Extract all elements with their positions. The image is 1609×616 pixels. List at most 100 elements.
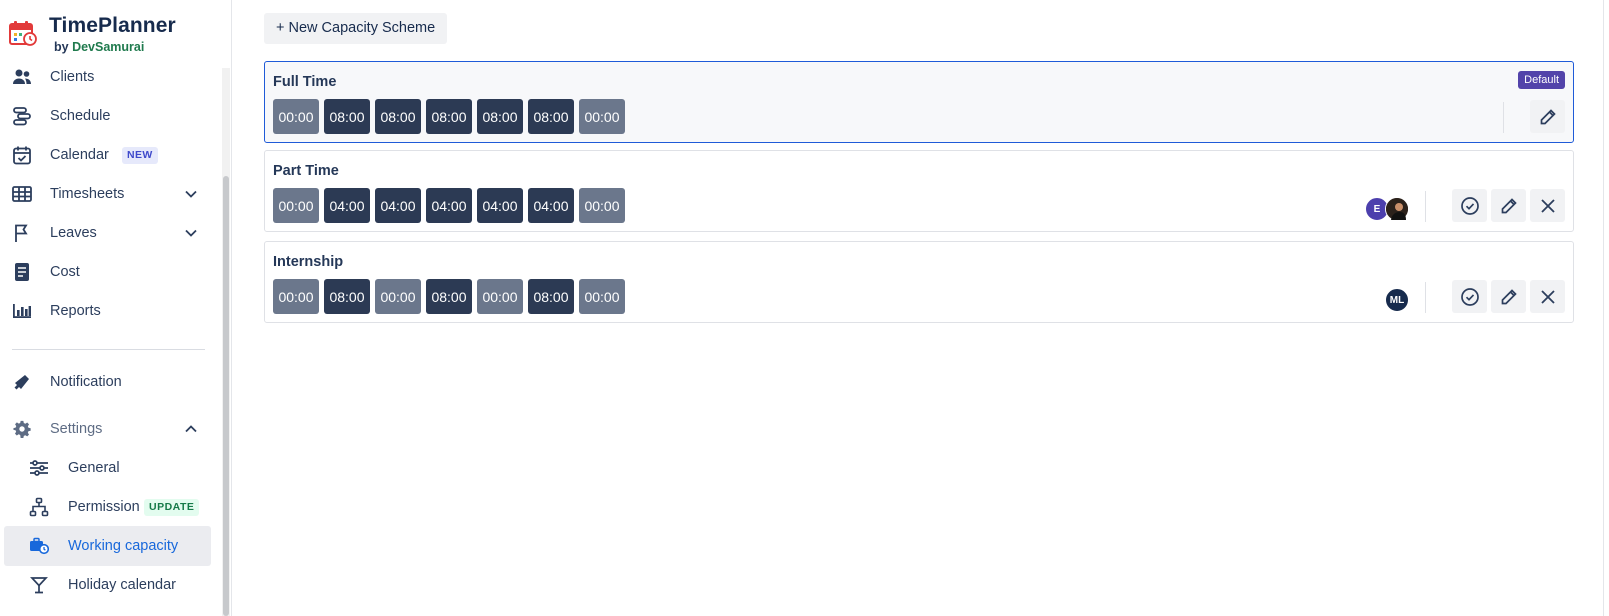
cocktail-icon <box>28 574 50 596</box>
day-hours-cell[interactable]: 04:00 <box>477 188 523 223</box>
sidebar-item-label: Reports <box>50 303 101 319</box>
sidebar-item-label: Notification <box>50 374 122 390</box>
day-hours-cell[interactable]: 04:00 <box>324 188 370 223</box>
sidebar-item-label: Schedule <box>50 108 111 124</box>
sidebar-item-label: Permission <box>68 499 140 515</box>
day-hours-cell[interactable]: 00:00 <box>477 279 523 314</box>
new-capacity-scheme-button[interactable]: + New Capacity Scheme <box>264 13 448 44</box>
pencil-icon <box>1540 108 1556 124</box>
day-hours-row: 00:00 04:00 04:00 04:00 04:00 04:00 00:0… <box>273 188 625 223</box>
day-hours-cell[interactable]: 08:00 <box>528 99 574 134</box>
brand-by-prefix: by <box>54 40 69 54</box>
action-divider <box>1425 191 1426 222</box>
day-hours-cell[interactable]: 04:00 <box>528 188 574 223</box>
sliders-icon <box>28 457 50 479</box>
table-grid-icon <box>11 183 33 205</box>
brand-name: TimePlanner <box>49 14 176 37</box>
default-badge: Default <box>1518 71 1565 89</box>
day-hours-row: 00:00 08:00 08:00 08:00 08:00 08:00 00:0… <box>273 99 625 134</box>
sidebar: TimePlanner by DevSamurai Clients Schedu… <box>0 0 232 616</box>
sidebar-item-leaves[interactable]: Leaves <box>0 213 222 253</box>
scheme-name: Full Time <box>273 74 337 90</box>
sidebar-item-label: Clients <box>50 69 95 85</box>
scheme-name: Internship <box>273 254 344 270</box>
brand[interactable]: TimePlanner by DevSamurai <box>0 0 232 62</box>
scheme-card-internship[interactable]: Internship 00:00 08:00 00:00 08:00 00:00… <box>264 241 1574 323</box>
day-hours-cell[interactable]: 00:00 <box>273 279 319 314</box>
update-badge: UPDATE <box>144 499 200 516</box>
set-default-button[interactable] <box>1452 280 1487 313</box>
day-hours-cell[interactable]: 00:00 <box>273 188 319 223</box>
day-hours-cell[interactable]: 08:00 <box>375 99 421 134</box>
main-content: + New Capacity Scheme Full Time Default … <box>232 0 1609 616</box>
sidebar-item-label: General <box>68 460 120 476</box>
sidebar-item-clients[interactable]: Clients <box>0 57 222 97</box>
app-root: TimePlanner by DevSamurai Clients Schedu… <box>0 0 1609 616</box>
chevron-down-icon[interactable] <box>183 225 199 241</box>
day-hours-cell[interactable]: 08:00 <box>477 99 523 134</box>
sidebar-item-cost[interactable]: Cost <box>0 252 222 292</box>
day-hours-cell[interactable]: 08:00 <box>426 279 472 314</box>
pencil-icon <box>1501 288 1517 304</box>
calendar-check-icon <box>11 144 33 166</box>
day-hours-cell[interactable]: 00:00 <box>579 279 625 314</box>
day-hours-cell[interactable]: 08:00 <box>324 279 370 314</box>
delete-button[interactable] <box>1530 280 1565 313</box>
sidebar-item-general[interactable]: General <box>0 448 222 488</box>
day-hours-cell[interactable]: 00:00 <box>375 279 421 314</box>
brand-byline: by DevSamurai <box>54 40 144 54</box>
sidebar-item-working-capacity[interactable]: Working capacity <box>4 526 211 566</box>
avatar[interactable]: ML <box>1385 288 1409 312</box>
edit-button[interactable] <box>1530 100 1565 133</box>
sidebar-item-holiday-calendar[interactable]: Holiday calendar <box>0 565 222 605</box>
day-hours-cell[interactable]: 04:00 <box>375 188 421 223</box>
sidebar-item-timesheets[interactable]: Timesheets <box>0 174 222 214</box>
check-circle-icon <box>1460 287 1479 306</box>
sidebar-item-notification[interactable]: Notification <box>0 362 222 402</box>
sidebar-item-label: Leaves <box>50 225 97 241</box>
day-hours-cell[interactable]: 08:00 <box>324 99 370 134</box>
day-hours-cell[interactable]: 00:00 <box>273 99 319 134</box>
person-photo-icon <box>1386 198 1408 220</box>
day-hours-cell[interactable]: 08:00 <box>426 99 472 134</box>
avatar-photo[interactable] <box>1385 197 1409 221</box>
edit-button[interactable] <box>1491 280 1526 313</box>
bar-chart-icon <box>11 300 33 322</box>
delete-button[interactable] <box>1530 189 1565 222</box>
sidebar-item-label: Cost <box>50 264 80 280</box>
edit-button[interactable] <box>1491 189 1526 222</box>
sidebar-scrollbar-thumb[interactable] <box>223 176 229 616</box>
check-circle-icon <box>1460 196 1479 215</box>
sidebar-item-settings[interactable]: Settings <box>0 409 222 449</box>
chevron-down-icon[interactable] <box>183 186 199 202</box>
window-edge <box>1603 0 1604 616</box>
scheme-card-part-time[interactable]: Part Time 00:00 04:00 04:00 04:00 04:00 … <box>264 150 1574 232</box>
pencil-icon <box>1501 197 1517 213</box>
action-divider <box>1503 102 1504 133</box>
sidebar-item-label: Calendar <box>50 147 109 163</box>
chevron-up-icon[interactable] <box>183 421 199 437</box>
day-hours-row: 00:00 08:00 00:00 08:00 00:00 08:00 00:0… <box>273 279 625 314</box>
brand-company: DevSamurai <box>72 40 145 54</box>
schedule-icon <box>11 105 33 127</box>
day-hours-cell[interactable]: 08:00 <box>528 279 574 314</box>
sidebar-item-label: Working capacity <box>68 538 179 554</box>
day-hours-cell[interactable]: 04:00 <box>426 188 472 223</box>
hierarchy-icon <box>28 496 50 518</box>
sidebar-item-schedule[interactable]: Schedule <box>0 96 222 136</box>
sidebar-item-label: Holiday calendar <box>68 577 177 593</box>
megaphone-icon <box>11 371 33 393</box>
sidebar-item-reports[interactable]: Reports <box>0 291 222 331</box>
gear-icon <box>11 418 33 440</box>
sidebar-item-label: Settings <box>50 421 103 437</box>
sidebar-item-calendar[interactable]: Calendar NEW <box>0 135 222 175</box>
scheme-card-full-time[interactable]: Full Time Default 00:00 08:00 08:00 08:0… <box>264 61 1574 143</box>
set-default-button[interactable] <box>1452 189 1487 222</box>
sidebar-item-label: Timesheets <box>50 186 125 202</box>
sidebar-item-permission[interactable]: Permission UPDATE <box>0 487 222 527</box>
new-badge: NEW <box>122 147 158 164</box>
day-hours-cell[interactable]: 00:00 <box>579 99 625 134</box>
users-icon <box>11 66 33 88</box>
day-hours-cell[interactable]: 00:00 <box>579 188 625 223</box>
timeplanner-logo-icon <box>9 21 37 46</box>
